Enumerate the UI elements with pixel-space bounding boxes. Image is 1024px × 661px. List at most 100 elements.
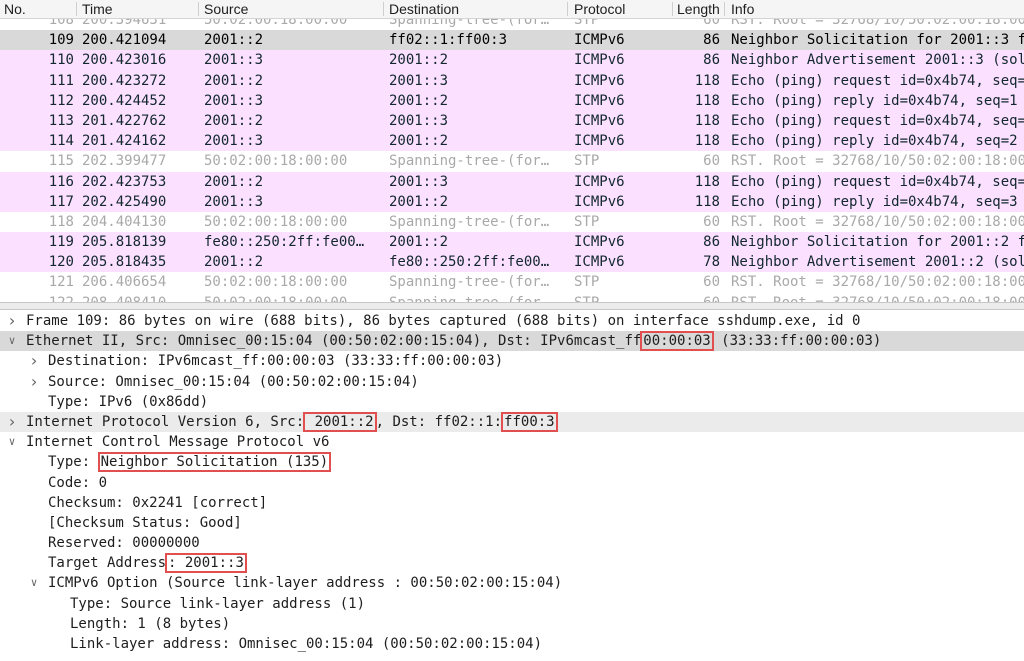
tree-item[interactable]: › Internet Protocol Version 6, Src: 2001:… [0,411,1024,433]
packet-source: 2001::2 [204,254,264,271]
packet-row[interactable]: 114 201.424162 2001::3 2001::2 ICMPv6 118 Echo… [0,131,1024,152]
packet-row[interactable]: 122 208.408410 50:02:00:18:00:00 Spanning-t… [0,292,1024,302]
tree-item[interactable]: ∨ Ethernet II, Src: Omnisec_00:15:04 (00:… [0,331,1024,352]
packet-row[interactable]: 121 206.406654 50:02:00:18:00:00 Spanning-t… [0,272,1024,293]
packet-time: 202.399477 [82,153,167,170]
packet-info: Neighbor Advertisement 2001::2 (sol) [731,254,1024,271]
packet-row[interactable]: 112 200.424452 2001::3 2001::2 ICMPv6 118 Echo… [0,90,1024,111]
tree-item[interactable]: ∨ ICMPv6 Option (Source link-layer addres… [0,573,1024,593]
chevron-right-icon[interactable]: › [6,412,18,432]
packet-list[interactable]: 108 200.394631 50:02:00:18:00:00 Spanning-t… [0,19,1024,302]
highlight-box: Neighbor Solicitation (135) [97,452,332,473]
tree-item-label: Frame 109: 86 bytes on wire (688 bits), … [26,311,860,331]
tree-item[interactable]: Checksum: 0x2241 [correct] [0,493,1024,513]
column-separator[interactable] [672,2,673,16]
tree-item[interactable]: Reserved: 00000000 [0,533,1024,553]
column-header-length[interactable]: Length [677,0,723,18]
tree-item-label: Reserved: 00000000 [48,533,200,553]
packet-row[interactable]: 120 205.818435 2001::2 fe80::250:2ff:fe00… I… [0,252,1024,273]
packet-time: 200.394631 [82,19,167,28]
packet-length: 60 [703,213,720,230]
tree-item[interactable]: Length: 1 (8 bytes) [0,614,1024,634]
column-header-source[interactable]: Source [204,0,382,18]
packet-length: 86 [703,234,720,251]
column-header-protocol[interactable]: Protocol [574,0,672,18]
column-header-destination[interactable]: Destination [389,0,565,18]
column-separator[interactable] [383,2,384,16]
tree-text: Internet Control Message Protocol v6 [26,434,330,451]
tree-text: Type: Source link-layer address (1) [70,595,366,612]
tree-item[interactable]: [Checksum Status: Good] [0,513,1024,533]
highlight-box: 00:00:03 [640,331,714,352]
chevron-right-icon[interactable]: › [28,351,40,371]
tree-item[interactable]: Link-layer address: Omnisec_00:15:04 (00… [0,634,1024,654]
tree-item[interactable]: › Source: Omnisec_00:15:04 (00:50:02:00:1… [0,372,1024,392]
column-separator[interactable] [567,2,568,16]
packet-row[interactable]: 115 202.399477 50:02:00:18:00:00 Spanning-t… [0,151,1024,172]
packet-no: 108 [48,19,74,28]
packet-destination: 2001::2 [389,193,449,210]
tree-item[interactable]: Type: Neighbor Solicitation (135) [0,452,1024,473]
tree-item[interactable]: Target Address: 2001::3 [0,553,1024,574]
column-separator[interactable] [724,2,725,16]
chevron-down-icon[interactable]: ∨ [6,432,18,452]
packet-destination: 2001::2 [389,133,449,150]
packet-no: 118 [48,213,74,230]
column-header-no[interactable]: No. [4,0,74,18]
tree-text: Type: [48,454,99,471]
packet-protocol: STP [574,274,600,291]
packet-no: 121 [48,274,74,291]
pane-splitter[interactable] [0,302,1024,310]
tree-item[interactable]: › Frame 109: 86 bytes on wire (688 bits),… [0,311,1024,331]
packet-time: 202.425490 [82,193,167,210]
packet-row[interactable]: 119 205.818139 fe80::250:2ff:fe00… 2001::2 I… [0,232,1024,253]
packet-source: 2001::2 [204,112,264,129]
tree-item[interactable]: ∨ Internet Control Message Protocol v6 [0,432,1024,452]
packet-time: 200.423272 [82,72,167,89]
tree-text: Source: Omnisec_00:15:04 (00:50:02:00:15… [48,373,419,390]
packet-row[interactable]: 117 202.425490 2001::3 2001::2 ICMPv6 118 Echo… [0,191,1024,212]
highlight-box: : 2001::3 [165,553,247,574]
packet-destination: Spanning-tree-(for… [389,293,565,302]
packet-info: RST. Root = 32768/10/50:02:00:18:00:00 [731,19,1024,28]
tree-item[interactable]: Type: IPv6 (0x86dd) [0,392,1024,412]
tree-item[interactable]: Type: Source link-layer address (1) [0,594,1024,614]
packet-protocol: ICMPv6 [574,133,625,150]
packet-length: 118 [694,92,720,109]
packet-row[interactable]: 113 201.422762 2001::2 2001::3 ICMPv6 118 Echo… [0,110,1024,132]
packet-destination: 2001::2 [389,92,449,109]
column-separator[interactable] [198,2,199,16]
packet-row[interactable]: 118 204.404130 50:02:00:18:00:00 Spanning-t… [0,211,1024,233]
packet-row[interactable]: 111 200.423272 2001::2 2001::3 ICMPv6 118 Echo… [0,70,1024,91]
chevron-down-icon[interactable]: ∨ [28,573,40,593]
packet-destination: Spanning-tree-(for… [389,153,550,170]
packet-info: RST. Root = 32768/10/50:02:00:18:00:00 [731,293,1024,302]
column-separator[interactable] [76,2,77,16]
tree-item[interactable]: › Destination: IPv6mcast_ff:00:00:03 (33:… [0,351,1024,371]
column-header-time[interactable]: Time [82,0,198,18]
packet-protocol: STP [574,213,600,230]
packet-info: RST. Root = 32768/10/50:02:00:18:00:00 [731,274,1024,291]
highlight-box: 2001::2 [303,411,377,432]
packet-details-tree[interactable]: › Frame 109: 86 bytes on wire (688 bits),… [0,311,1024,661]
column-header-info[interactable]: Info [731,0,1021,18]
packet-row[interactable]: 110 200.423016 2001::3 2001::2 ICMPv6 86 Neigh… [0,50,1024,71]
packet-row-selected[interactable]: 109 200.421094 2001::2 ff02::1:ff00:3 ICMPv6… [0,30,1024,51]
packet-source: 50:02:00:18:00:00 [204,274,348,291]
packet-source: 50:02:00:18:00:00 [204,153,348,170]
packet-destination: Spanning-tree-(for… [389,274,550,291]
tree-item-label: Ethernet II, Src: Omnisec_00:15:04 (00:5… [26,331,881,352]
chevron-down-icon[interactable]: ∨ [6,331,18,351]
tree-text: ICMPv6 Option (Source link-layer address… [48,575,563,592]
chevron-right-icon[interactable]: › [6,311,18,331]
packet-source: 2001::2 [204,72,264,89]
packet-row[interactable]: 116 202.423753 2001::2 2001::3 ICMPv6 118 Echo… [0,171,1024,192]
packet-time: 205.818139 [82,234,167,251]
packet-no: 112 [48,92,74,109]
packet-row[interactable]: 108 200.394631 50:02:00:18:00:00 Spanning-t… [0,19,1024,31]
tree-item[interactable]: Code: 0 [0,473,1024,493]
tree-text: Checksum: 0x2241 [correct] [48,494,268,511]
tree-text: Internet Protocol Version 6, Src: [26,413,305,430]
packet-source: 2001::3 [204,133,264,150]
chevron-right-icon[interactable]: › [28,372,40,392]
